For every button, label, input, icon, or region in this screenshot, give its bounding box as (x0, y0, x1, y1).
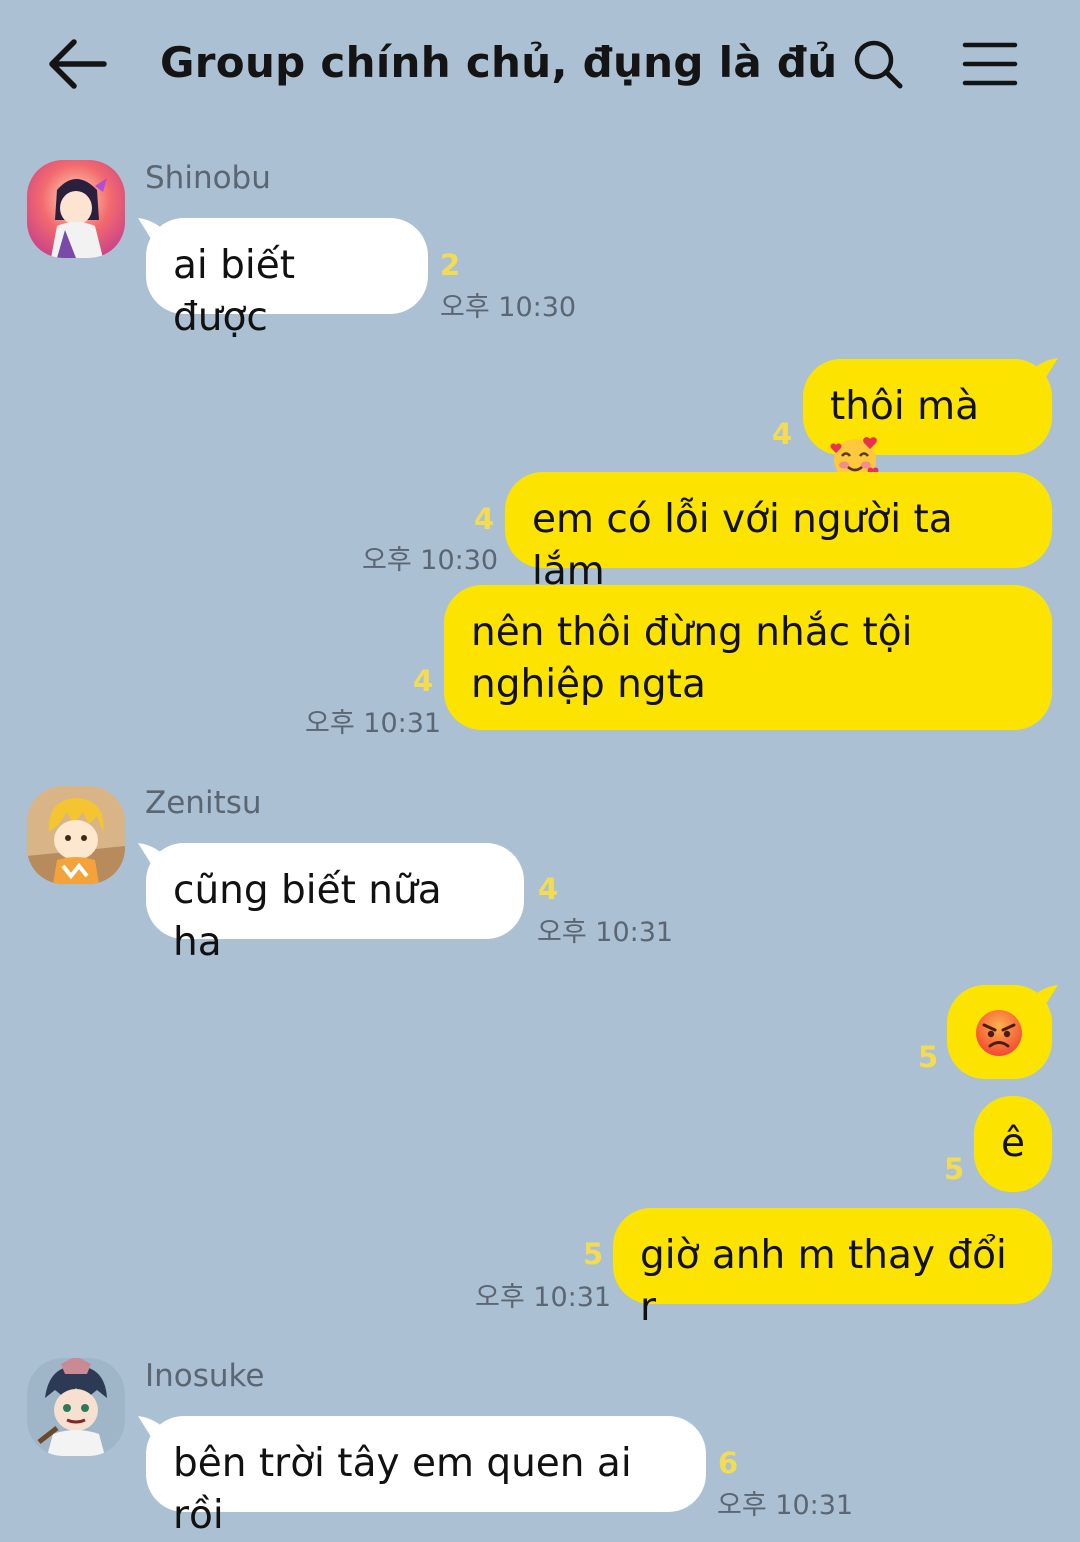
search-icon[interactable] (852, 38, 904, 90)
avatar-shinobu[interactable] (27, 160, 125, 258)
back-arrow-icon[interactable] (44, 34, 108, 94)
message-time: 오후 10:30 (362, 545, 499, 576)
message-text: nên thôi đừng nhắc tội nghiệp ngta (471, 610, 913, 707)
message-bubble[interactable]: cũng biết nữa ha (146, 843, 524, 965)
message-text: em có lỗi với người ta lắm (532, 497, 953, 594)
message-bubble[interactable]: em có lỗi với người ta lắm (505, 472, 1052, 594)
unread-count: 5 (944, 1152, 965, 1186)
message-text: bên trời tây em quen ai rồi (173, 1441, 632, 1538)
message-text: thôi mà (830, 384, 979, 429)
message-text: cũng biết nữa ha (173, 868, 442, 965)
menu-icon[interactable] (962, 40, 1018, 88)
message-bubble[interactable]: nên thôi đừng nhắc tội nghiệp ngta (444, 585, 1052, 730)
message-bubble[interactable]: bên trời tây em quen ai rồi (146, 1416, 706, 1538)
chat-title: Group chính chủ, đụng là đủ ... (160, 38, 840, 87)
avatar-inosuke[interactable] (27, 1358, 125, 1456)
unread-count: 4 (772, 417, 793, 451)
message-time: 오후 10:31 (537, 917, 674, 948)
message-time: 오후 10:31 (475, 1282, 612, 1313)
message-bubble[interactable]: thôi mà (803, 359, 1052, 481)
message-time: 오후 10:30 (440, 292, 577, 323)
unread-count: 4 (413, 664, 434, 698)
message-text: ai biết được (173, 243, 296, 340)
unread-count: 2 (440, 248, 461, 282)
sender-name: Inosuke (145, 1358, 265, 1394)
avatar-zenitsu[interactable] (27, 786, 125, 884)
message-bubble[interactable] (947, 985, 1052, 1079)
angry-face-emoji (974, 1008, 1024, 1072)
unread-count: 5 (583, 1237, 604, 1271)
unread-count: 6 (718, 1446, 739, 1480)
sender-name: Zenitsu (145, 785, 262, 821)
message-text: ê (1001, 1121, 1025, 1166)
unread-count: 4 (474, 502, 495, 536)
message-bubble[interactable]: ê (974, 1096, 1052, 1192)
message-text: giờ anh m thay đổi r (640, 1233, 1007, 1330)
message-bubble[interactable]: giờ anh m thay đổi r (613, 1208, 1052, 1330)
unread-count: 5 (918, 1040, 939, 1074)
unread-count: 4 (538, 872, 559, 906)
message-time: 오후 10:31 (305, 708, 442, 739)
message-time: 오후 10:31 (717, 1490, 854, 1521)
message-bubble[interactable]: ai biết được (146, 218, 428, 340)
sender-name: Shinobu (145, 160, 271, 196)
